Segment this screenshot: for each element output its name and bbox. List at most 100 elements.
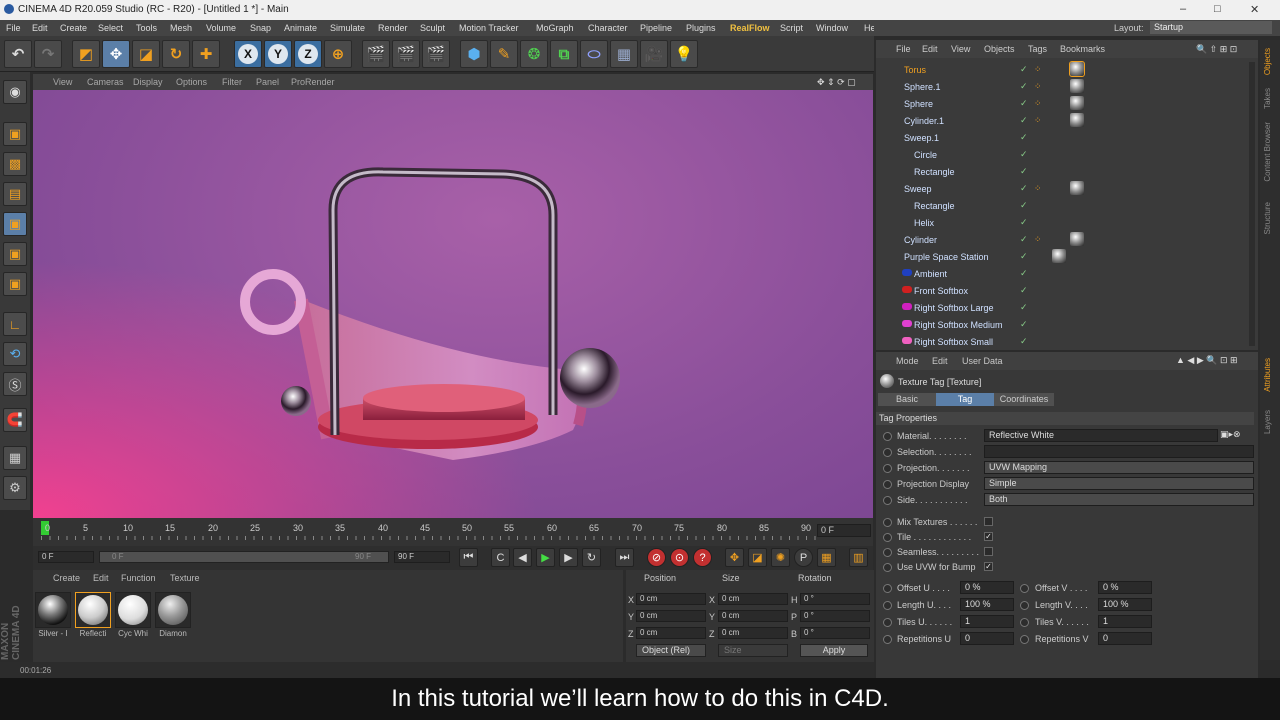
texture-mode-icon[interactable]: ▩ — [3, 152, 27, 176]
animate-radio[interactable] — [883, 548, 892, 557]
viewport-menu-prorender[interactable]: ProRender — [291, 77, 335, 87]
preview-range-slider[interactable]: 0 F 90 F — [99, 551, 389, 563]
animate-radio[interactable] — [883, 584, 892, 593]
coordinate-mode-select[interactable]: Object (Rel) — [636, 644, 706, 657]
menu-window[interactable]: Window — [816, 23, 848, 33]
object-row[interactable]: Sweep.1 ✓ — [880, 130, 1250, 146]
offset-v-field[interactable]: 0 % — [1098, 581, 1152, 594]
apply-button[interactable]: Apply — [800, 644, 868, 657]
visibility-check-icon[interactable]: ✓ — [1020, 268, 1028, 279]
animate-radio[interactable] — [1020, 635, 1029, 644]
tab-content-browser[interactable]: Content Browser — [1263, 122, 1272, 182]
previous-frame-button[interactable]: ◀ — [513, 548, 532, 567]
visibility-check-icon[interactable]: ✓ — [1020, 166, 1028, 177]
subdivision-surface-button[interactable]: ❂ — [520, 40, 548, 68]
start-frame-field[interactable]: 0 F — [38, 551, 94, 563]
menu-sculpt[interactable]: Sculpt — [420, 23, 445, 33]
viewport-menu-options[interactable]: Options — [176, 77, 207, 87]
objects-menu-objects[interactable]: Objects — [984, 44, 1015, 54]
tile-checkbox[interactable]: ✓ — [984, 532, 993, 541]
object-row[interactable]: Circle ✓ — [880, 147, 1250, 163]
floor-button[interactable]: ▦ — [610, 40, 638, 68]
tab-takes[interactable]: Takes — [1263, 88, 1272, 109]
material-swatch[interactable] — [35, 592, 71, 628]
viewport-menu-view[interactable]: View — [53, 77, 72, 87]
animate-radio[interactable] — [883, 496, 892, 505]
side-select[interactable]: Both — [984, 493, 1254, 506]
visibility-check-icon[interactable]: ✓ — [1020, 81, 1028, 92]
repetitions-v-field[interactable]: 0 — [1098, 632, 1152, 645]
material-tag-icon[interactable] — [1070, 232, 1084, 246]
size-y-field[interactable]: 0 cm — [718, 610, 788, 622]
menu-pipeline[interactable]: Pipeline — [640, 23, 672, 33]
animate-radio[interactable] — [1020, 601, 1029, 610]
tab-objects[interactable]: Objects — [1263, 48, 1272, 75]
object-row[interactable]: Helix ✓ — [880, 215, 1250, 231]
animate-radio[interactable] — [883, 518, 892, 527]
visibility-check-icon[interactable]: ✓ — [1020, 64, 1028, 75]
tab-attributes[interactable]: Attributes — [1263, 358, 1272, 392]
undo-button[interactable]: ↶ — [4, 40, 32, 68]
animate-radio[interactable] — [1020, 584, 1029, 593]
rotation-b-field[interactable]: 0 ° — [800, 627, 870, 639]
menu-edit[interactable]: Edit — [32, 23, 48, 33]
object-row[interactable]: Right Softbox Medium ✓ — [880, 317, 1250, 333]
material-tag-icon[interactable] — [1069, 61, 1085, 77]
material-swatch[interactable] — [75, 592, 111, 628]
visibility-check-icon[interactable]: ✓ — [1020, 98, 1028, 109]
y-axis-lock-button[interactable]: Y — [264, 40, 292, 68]
menu-tools[interactable]: Tools — [136, 23, 157, 33]
object-scrollbar[interactable] — [1249, 62, 1255, 346]
keyframe-selection-button[interactable]: ? — [693, 548, 712, 567]
key-parameter-button[interactable]: P — [794, 548, 813, 567]
maximize-button[interactable]: □ — [1214, 3, 1221, 15]
workplane-lock-icon[interactable]: ▦ — [3, 446, 27, 470]
visibility-check-icon[interactable]: ✓ — [1020, 183, 1028, 194]
scale-tool-button[interactable]: ◪ — [132, 40, 160, 68]
position-y-field[interactable]: 0 cm — [636, 610, 706, 622]
material-tag-icon[interactable] — [1070, 79, 1084, 93]
material-menu-texture[interactable]: Texture — [170, 573, 200, 583]
polygons-mode-icon[interactable]: ▣ — [3, 272, 27, 296]
animate-radio[interactable] — [883, 448, 892, 457]
x-axis-lock-button[interactable]: X — [234, 40, 262, 68]
menu-mograph[interactable]: MoGraph — [536, 23, 574, 33]
menu-create[interactable]: Create — [60, 23, 87, 33]
menu-plugins[interactable]: Plugins — [686, 23, 716, 33]
menu-snap[interactable]: Snap — [250, 23, 271, 33]
projection-select[interactable]: UVW Mapping — [984, 461, 1254, 474]
seamless-checkbox[interactable] — [984, 547, 993, 556]
menu-mesh[interactable]: Mesh — [170, 23, 192, 33]
next-key-button[interactable]: ↻ — [582, 548, 601, 567]
visibility-check-icon[interactable]: ✓ — [1020, 319, 1028, 330]
object-row[interactable]: Cylinder ✓ ⁘ — [880, 232, 1250, 248]
animate-radio[interactable] — [883, 480, 892, 489]
object-row[interactable]: Sweep ✓ ⁘ — [880, 181, 1250, 197]
objects-menu-bookmarks[interactable]: Bookmarks — [1060, 44, 1105, 54]
objects-menu-edit[interactable]: Edit — [922, 44, 938, 54]
minimize-button[interactable]: – — [1180, 3, 1186, 15]
key-position-button[interactable]: ✥ — [725, 548, 744, 567]
recent-tool-button[interactable]: ✚ — [192, 40, 220, 68]
material-link-field[interactable]: Reflective White — [984, 429, 1218, 442]
objects-menu-file[interactable]: File — [896, 44, 911, 54]
menu-file[interactable]: File — [6, 23, 21, 33]
close-button[interactable]: ✕ — [1250, 3, 1259, 16]
viewport[interactable] — [33, 90, 873, 518]
key-pla-button[interactable]: ▦ — [817, 548, 836, 567]
viewport-nav-icons[interactable]: ✥ ⇕ ⟳ ▢ — [817, 77, 856, 88]
material-menu-function[interactable]: Function — [121, 573, 156, 583]
tiles-u-field[interactable]: 1 — [960, 615, 1014, 628]
z-axis-lock-button[interactable]: Z — [294, 40, 322, 68]
edges-mode-icon[interactable]: ▣ — [3, 242, 27, 266]
key-scale-button[interactable]: ◪ — [748, 548, 767, 567]
live-selection-button[interactable]: ◩ — [72, 40, 100, 68]
visibility-check-icon[interactable]: ✓ — [1020, 200, 1028, 211]
object-row[interactable]: Sphere.1 ✓ ⁘ — [880, 79, 1250, 95]
make-editable-icon[interactable]: ◉ — [3, 80, 27, 104]
solo-mode-icon[interactable]: Ⓢ — [3, 372, 27, 396]
visibility-check-icon[interactable]: ✓ — [1020, 336, 1028, 347]
objects-menu-view[interactable]: View — [951, 44, 970, 54]
redo-button[interactable]: ↷ — [34, 40, 62, 68]
size-x-field[interactable]: 0 cm — [718, 593, 788, 605]
